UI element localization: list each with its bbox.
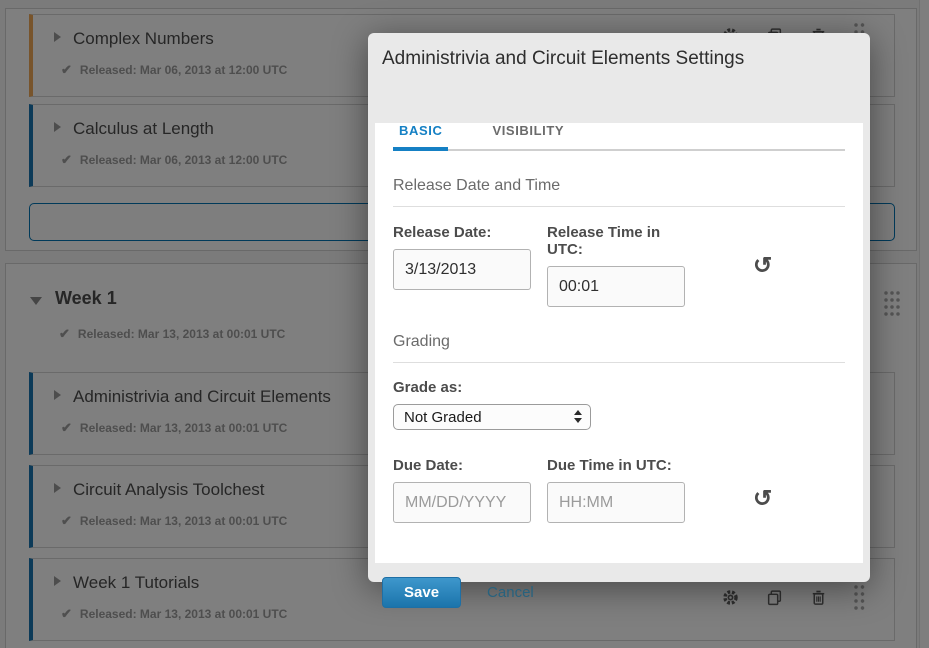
modal-header: Administrivia and Circuit Elements Setti… (368, 33, 870, 83)
release-fields: Release Date: Release Time in UTC: ↺ (393, 224, 845, 307)
due-fields: Due Date: Due Time in UTC: ↺ (393, 457, 845, 523)
grade-as-value: Not Graded (404, 409, 482, 426)
subsection-settings-modal: Administrivia and Circuit Elements Setti… (368, 33, 870, 582)
cancel-link[interactable]: Cancel (487, 584, 534, 601)
due-time-field: Due Time in UTC: (547, 457, 685, 523)
release-date-field: Release Date: (393, 224, 531, 290)
release-time-label: Release Time in UTC: (547, 224, 685, 258)
grade-as-select[interactable]: Not Graded (393, 404, 591, 430)
modal-body: BASIC VISIBILITY Release Date and Time R… (375, 123, 863, 563)
modal-footer: Save Cancel (368, 563, 870, 622)
grade-as-label: Grade as: (393, 379, 845, 396)
modal-tabs: BASIC VISIBILITY (393, 123, 845, 151)
due-date-field: Due Date: (393, 457, 531, 523)
reset-due-icon[interactable]: ↺ (753, 488, 772, 508)
due-date-label: Due Date: (393, 457, 531, 474)
release-time-field: Release Time in UTC: (547, 224, 685, 307)
due-time-label: Due Time in UTC: (547, 457, 685, 474)
due-date-input[interactable] (393, 482, 531, 523)
release-section-heading: Release Date and Time (393, 177, 845, 207)
tab-basic[interactable]: BASIC (393, 123, 448, 151)
release-date-input[interactable] (393, 249, 531, 290)
select-arrows-icon (574, 410, 582, 423)
due-time-input[interactable] (547, 482, 685, 523)
reset-release-icon[interactable]: ↺ (753, 255, 772, 275)
modal-title: Administrivia and Circuit Elements Setti… (382, 48, 744, 69)
release-date-label: Release Date: (393, 224, 531, 241)
release-time-input[interactable] (547, 266, 685, 307)
grading-section-heading: Grading (393, 333, 845, 363)
save-button[interactable]: Save (382, 577, 461, 608)
tab-visibility[interactable]: VISIBILITY (486, 123, 570, 149)
